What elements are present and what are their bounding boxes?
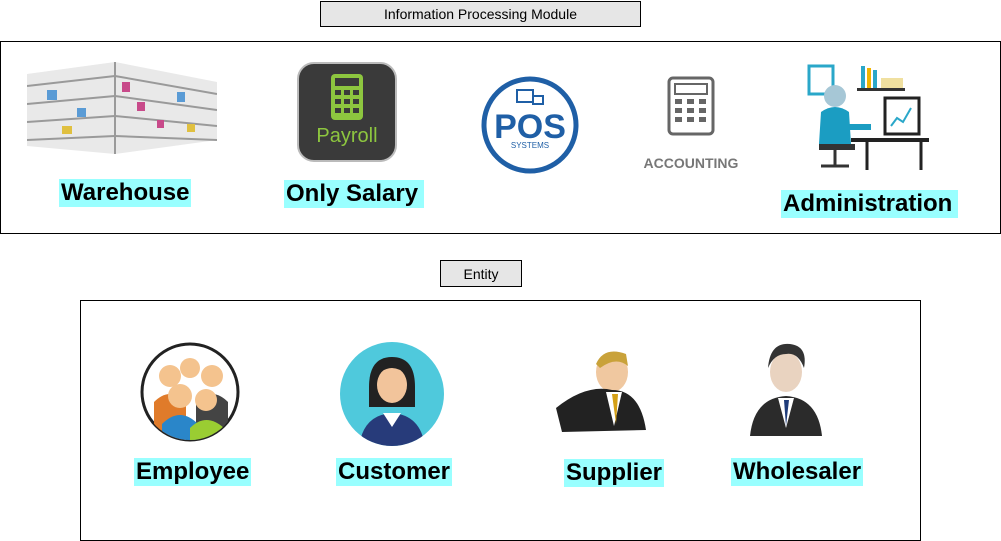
- supplier-label: Supplier: [564, 459, 665, 487]
- warehouse-label: Warehouse: [59, 179, 192, 207]
- payroll-app-icon: Payroll: [297, 62, 397, 162]
- pos-sub-text: SYSTEMS: [511, 141, 549, 150]
- entity-title: Entity: [440, 260, 522, 287]
- customer-avatar-icon: [340, 342, 444, 446]
- payroll-text: Payroll: [316, 125, 377, 147]
- wholesaler-businessman-icon: [750, 343, 822, 436]
- wholesaler-label: Wholesaler: [731, 458, 864, 486]
- employee-group-icon: [140, 342, 240, 442]
- employee-label: Employee: [134, 458, 252, 486]
- admin-desk-icon: [807, 64, 929, 170]
- only-salary-label: Only Salary: [284, 180, 425, 208]
- pos-systems-icon: POS SYSTEMS: [481, 76, 579, 174]
- supplier-businessman-icon: [556, 351, 646, 432]
- administration-label: Administration: [781, 190, 959, 218]
- module-title: Information Processing Module: [320, 1, 641, 27]
- customer-label: Customer: [336, 458, 453, 486]
- warehouse-shelves-icon: [27, 62, 217, 154]
- accounting-text: ACCOUNTING: [644, 155, 739, 171]
- accounting-calculator-icon: ACCOUNTING: [644, 76, 739, 171]
